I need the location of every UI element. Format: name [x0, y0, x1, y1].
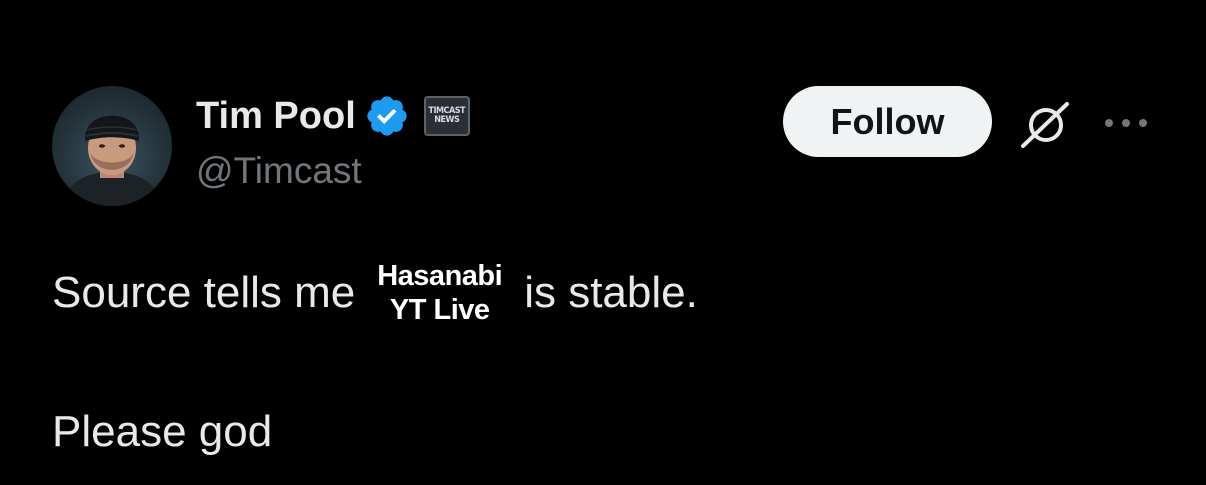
- more-dots-icon[interactable]: [1100, 108, 1152, 138]
- tweet-text-after: is stable.: [524, 268, 698, 317]
- text-overlay: Hasanabi YT Live: [377, 259, 502, 327]
- follow-button[interactable]: Follow: [783, 86, 992, 157]
- display-name[interactable]: Tim Pool: [196, 97, 356, 135]
- text-overlay-line1: Hasanabi: [377, 260, 503, 292]
- avatar-image: [62, 115, 162, 206]
- avatar[interactable]: [52, 86, 172, 206]
- verified-badge-icon[interactable]: [364, 93, 410, 139]
- tweet-second-paragraph: Please god: [52, 407, 273, 456]
- tweet-text-line: Source tells me Hasanabi YT Live is stab…: [52, 250, 698, 336]
- affiliation-badge-line2: NEWS: [434, 115, 460, 125]
- grok-icon[interactable]: [1017, 96, 1075, 154]
- user-handle[interactable]: @Timcast: [196, 152, 362, 189]
- user-name-row: Tim Pool TIMCAST NEWS: [196, 93, 470, 139]
- tweet-text-before: Source tells me: [52, 268, 356, 317]
- affiliation-badge-icon[interactable]: TIMCAST NEWS: [423, 96, 470, 136]
- text-overlay-line2: YT Live: [389, 294, 490, 326]
